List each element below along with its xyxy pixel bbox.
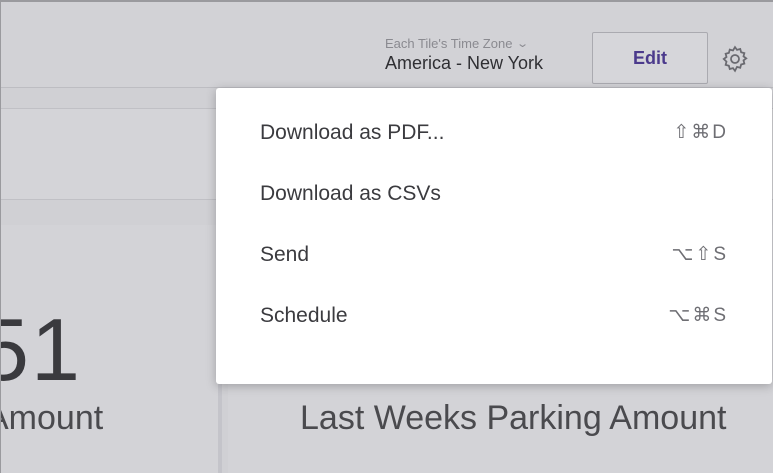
dashboard-header: Each Tile's Time Zone ⌄ America - New Yo…	[0, 2, 773, 88]
menu-item-download-csvs[interactable]: Download as CSVs	[216, 163, 772, 224]
timezone-label: Each Tile's Time Zone	[384, 36, 513, 51]
menu-item-shortcut: ⌥⇧S	[671, 244, 728, 265]
menu-item-schedule[interactable]: Schedule ⌥⌘S	[216, 285, 772, 346]
edit-button[interactable]: Edit	[592, 32, 708, 84]
gear-icon[interactable]	[720, 44, 750, 74]
menu-item-shortcut: ⇧⌘D	[673, 122, 728, 143]
dashboard-actions-menu: Download as PDF... ⇧⌘D Download as CSVs …	[216, 88, 772, 384]
tile-caption: Last Weeks Parking Amount	[300, 399, 727, 437]
tile-value: 51	[0, 300, 82, 399]
menu-item-label: Download as CSVs	[260, 181, 441, 205]
menu-item-download-pdf[interactable]: Download as PDF... ⇧⌘D	[216, 102, 772, 163]
chevron-down-icon: ⌄	[516, 38, 530, 50]
menu-item-send[interactable]: Send ⌥⇧S	[216, 224, 772, 285]
menu-item-label: Schedule	[260, 303, 348, 327]
timezone-selector[interactable]: Each Tile's Time Zone ⌄ America - New Yo…	[385, 36, 543, 74]
menu-item-label: Download as PDF...	[260, 120, 445, 144]
menu-item-label: Send	[260, 242, 310, 266]
timezone-value: America - New York	[384, 53, 543, 73]
tile-caption: Amount	[0, 399, 104, 437]
menu-item-shortcut: ⌥⌘S	[668, 305, 728, 326]
